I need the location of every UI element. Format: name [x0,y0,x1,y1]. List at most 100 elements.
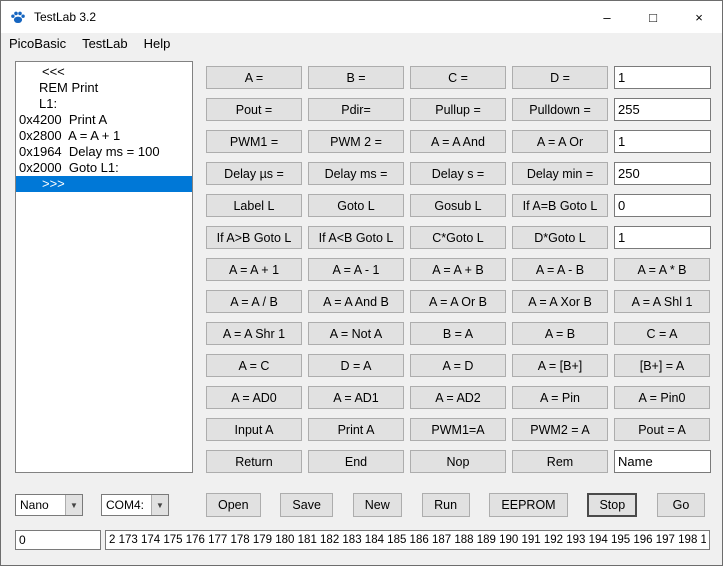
cmd-a-c-button[interactable]: A = C [206,354,302,377]
grid-row: Pout = Pdir= Pullup = Pulldown = [206,98,716,121]
cmd-pdir-button[interactable]: Pdir= [308,98,404,121]
chevron-down-icon[interactable]: ▼ [65,495,82,515]
cmd-b-a-button[interactable]: [B+] = A [614,354,710,377]
cmd-pout-a-button[interactable]: Pout = A [614,418,710,441]
grid-row: A = A Shr 1 A = Not A B = A A = B C = A [206,322,716,345]
open-button[interactable]: Open [206,493,261,517]
cmd-a-ad0-button[interactable]: A = AD0 [206,386,302,409]
menu-help[interactable]: Help [136,33,179,55]
cmd-d-a-button[interactable]: D = A [308,354,404,377]
cmd-end-button[interactable]: End [308,450,404,473]
cmd-if-a-b-goto-l-button[interactable]: If A<B Goto L [308,226,404,249]
grid-row: Return End Nop Rem [206,450,716,473]
cmd-a-a-and-button[interactable]: A = A And [410,130,506,153]
cmd-delay-ms-button[interactable]: Delay ms = [308,162,404,185]
listing-line[interactable]: <<< [16,64,192,80]
cmd-label-l-button[interactable]: Label L [206,194,302,217]
maximize-icon[interactable]: □ [630,1,676,33]
menubar: PicoBasicTestLabHelp [1,33,722,55]
stop-button[interactable]: Stop [587,493,637,517]
listing-line[interactable]: >>> [16,176,192,192]
cmd-a-a-shr-1-button[interactable]: A = A Shr 1 [206,322,302,345]
program-listing[interactable]: <<<REM PrintL1:0x4200 Print A0x2800 A = … [15,61,193,473]
listing-line[interactable]: 0x4200 Print A [16,112,192,128]
cmd-a-a-b-button[interactable]: A = A / B [206,290,302,313]
cmd-a-a-1-button[interactable]: A = A - 1 [308,258,404,281]
listing-line[interactable]: 0x2800 A = A + 1 [16,128,192,144]
serial-data-field[interactable] [105,530,710,550]
cmd-a-a-or-button[interactable]: A = A Or [512,130,608,153]
listing-line[interactable]: L1: [16,96,192,112]
run-button[interactable]: Run [422,493,470,517]
cmd-pwm2-a-button[interactable]: PWM2 = A [512,418,608,441]
cmd-b-a-button[interactable]: B = A [410,322,506,345]
cmd-pwm-2-button[interactable]: PWM 2 = [308,130,404,153]
cmd-a-a-and-b-button[interactable]: A = A And B [308,290,404,313]
cmd-a-b-button[interactable]: A = B [512,322,608,345]
device-combo[interactable]: Nano ▼ [15,494,83,516]
cmd-a-a-xor-b-button[interactable]: A = A Xor B [512,290,608,313]
cmd-goto-l-button[interactable]: Goto L [308,194,404,217]
status-field[interactable] [15,530,101,550]
listing-line[interactable]: 0x2000 Goto L1: [16,160,192,176]
cmd-a-b-button[interactable]: A = [B+] [512,354,608,377]
cmd-input-a-button[interactable]: Input A [206,418,302,441]
cmd-c-a-button[interactable]: C = A [614,322,710,345]
eeprom-button[interactable]: EEPROM [489,493,567,517]
cmd-print-a-button[interactable]: Print A [308,418,404,441]
cmd-delay-min-button[interactable]: Delay min = [512,162,608,185]
cmd-pwm1-button[interactable]: PWM1 = [206,130,302,153]
cmd-delay-s-button[interactable]: Delay s = [410,162,506,185]
param-field-row13[interactable] [614,450,711,473]
cmd-a-a-shl-1-button[interactable]: A = A Shl 1 [614,290,710,313]
listing-line[interactable]: REM Print [16,80,192,96]
cmd-c-goto-l-button[interactable]: C*Goto L [410,226,506,249]
cmd-a-d-button[interactable]: A = D [410,354,506,377]
titlebar: TestLab 3.2 – □ × [1,1,722,33]
cmd-c-button[interactable]: C = [410,66,506,89]
cmd-a-a-b-button[interactable]: A = A * B [614,258,710,281]
cmd-pout-button[interactable]: Pout = [206,98,302,121]
port-combo[interactable]: COM4: ▼ [101,494,169,516]
listing-line[interactable]: 0x1964 Delay ms = 100 [16,144,192,160]
cmd-if-a-b-goto-l-button[interactable]: If A=B Goto L [512,194,608,217]
cmd-a-ad2-button[interactable]: A = AD2 [410,386,506,409]
cmd-a-a-1-button[interactable]: A = A + 1 [206,258,302,281]
cmd-return-button[interactable]: Return [206,450,302,473]
param-field-row6[interactable] [614,226,711,249]
cmd-a-not-a-button[interactable]: A = Not A [308,322,404,345]
param-field-row5[interactable] [614,194,711,217]
cmd-a-a-b-button[interactable]: A = A + B [410,258,506,281]
window-title: TestLab 3.2 [34,10,96,24]
cmd-if-a-b-goto-l-button[interactable]: If A>B Goto L [206,226,302,249]
cmd-a-a-b-button[interactable]: A = A - B [512,258,608,281]
cmd-pulldown-button[interactable]: Pulldown = [512,98,608,121]
save-button[interactable]: Save [280,493,333,517]
cmd-a-ad1-button[interactable]: A = AD1 [308,386,404,409]
cmd-a-a-or-b-button[interactable]: A = A Or B [410,290,506,313]
cmd-d-button[interactable]: D = [512,66,608,89]
cmd-a-pin-button[interactable]: A = Pin [512,386,608,409]
param-field-row3[interactable] [614,130,711,153]
param-field-row1[interactable] [614,66,711,89]
menu-picobasic[interactable]: PicoBasic [1,33,74,55]
cmd-gosub-l-button[interactable]: Gosub L [410,194,506,217]
chevron-down-icon[interactable]: ▼ [151,495,168,515]
cmd-b-button[interactable]: B = [308,66,404,89]
go-button[interactable]: Go [657,493,705,517]
new-button[interactable]: New [353,493,402,517]
minimize-icon[interactable]: – [584,1,630,33]
cmd-pullup-button[interactable]: Pullup = [410,98,506,121]
cmd-a-pin0-button[interactable]: A = Pin0 [614,386,710,409]
param-field-row4[interactable] [614,162,711,185]
cmd-pwm1-a-button[interactable]: PWM1=A [410,418,506,441]
cmd-d-goto-l-button[interactable]: D*Goto L [512,226,608,249]
menu-testlab[interactable]: TestLab [74,33,136,55]
cmd-delay-s-button[interactable]: Delay µs = [206,162,302,185]
close-icon[interactable]: × [676,1,722,33]
param-field-row2[interactable] [614,98,711,121]
cmd-nop-button[interactable]: Nop [410,450,506,473]
grid-row: Input A Print A PWM1=A PWM2 = A Pout = A [206,418,716,441]
cmd-a-button[interactable]: A = [206,66,302,89]
cmd-rem-button[interactable]: Rem [512,450,608,473]
